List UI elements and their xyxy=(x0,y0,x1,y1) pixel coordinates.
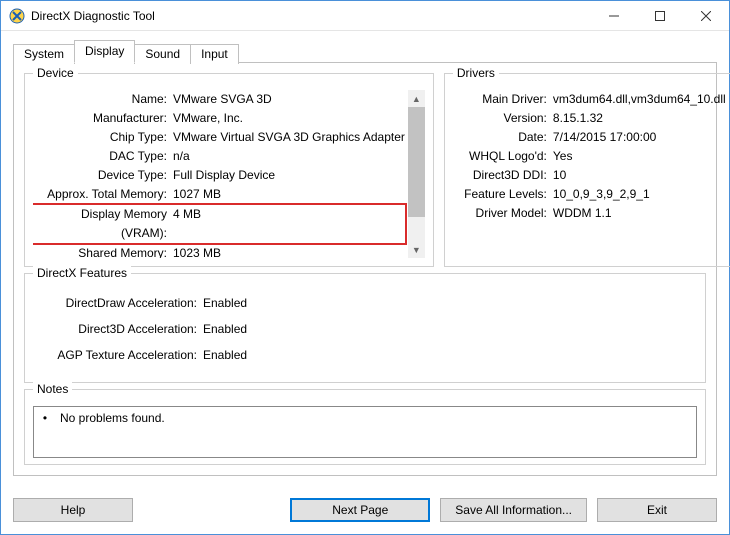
scroll-up-icon[interactable]: ▲ xyxy=(408,90,425,107)
device-row-shared-memory: Shared Memory: 1023 MB xyxy=(33,244,405,258)
device-row-approx-total: Approx. Total Memory: 1027 MB xyxy=(33,185,405,204)
value: Yes xyxy=(553,147,726,166)
dxfeatures-row-directdraw: DirectDraw Acceleration: Enabled xyxy=(33,290,697,316)
group-drivers: Drivers Main Driver: vm3dum64.dll,vm3dum… xyxy=(444,73,730,267)
drivers-row-d3d-ddi: Direct3D DDI: 10 xyxy=(453,166,726,185)
device-row-manufacturer: Manufacturer: VMware, Inc. xyxy=(33,109,405,128)
label: Manufacturer: xyxy=(33,109,173,128)
tab-panel-display: Device Name: VMware SVGA 3D Manufacturer… xyxy=(13,62,717,476)
value: Full Display Device xyxy=(173,166,405,185)
scroll-down-icon[interactable]: ▼ xyxy=(408,241,425,258)
label: Device Type: xyxy=(33,166,173,185)
label: Direct3D DDI: xyxy=(453,166,553,185)
dxfeatures-row-direct3d: Direct3D Acceleration: Enabled xyxy=(33,316,697,342)
value: 10 xyxy=(553,166,726,185)
label: Direct3D Acceleration: xyxy=(33,316,203,342)
dxfeatures-row-agp: AGP Texture Acceleration: Enabled xyxy=(33,342,697,368)
value: 8.15.1.32 xyxy=(553,109,726,128)
maximize-button[interactable] xyxy=(637,1,683,31)
minimize-button[interactable] xyxy=(591,1,637,31)
group-directx-features: DirectX Features DirectDraw Acceleration… xyxy=(24,273,706,383)
window-title: DirectX Diagnostic Tool xyxy=(31,9,155,23)
label: Main Driver: xyxy=(453,90,553,109)
label: Version: xyxy=(453,109,553,128)
value: vm3dum64.dll,vm3dum64_10.dll xyxy=(553,90,726,109)
notes-textarea[interactable]: • No problems found. xyxy=(33,406,697,458)
tab-strip: System Display Sound Input xyxy=(13,39,717,62)
window: DirectX Diagnostic Tool System Display S… xyxy=(0,0,730,535)
device-row-name: Name: VMware SVGA 3D xyxy=(33,90,405,109)
label: WHQL Logo'd: xyxy=(453,147,553,166)
device-row-dac-type: DAC Type: n/a xyxy=(33,147,405,166)
label: Driver Model: xyxy=(453,204,553,223)
value: 7/14/2015 17:00:00 xyxy=(553,128,726,147)
close-button[interactable] xyxy=(683,1,729,31)
value: WDDM 1.1 xyxy=(553,204,726,223)
group-notes: Notes • No problems found. xyxy=(24,389,706,465)
device-row-display-memory: Display Memory (VRAM): 4 MB xyxy=(33,203,407,245)
tab-input[interactable]: Input xyxy=(190,44,239,64)
group-notes-legend: Notes xyxy=(33,382,72,396)
value: VMware SVGA 3D xyxy=(173,90,405,109)
label: Shared Memory: xyxy=(33,244,173,258)
value: VMware, Inc. xyxy=(173,109,405,128)
tab-sound[interactable]: Sound xyxy=(134,44,191,64)
titlebar[interactable]: DirectX Diagnostic Tool xyxy=(1,1,729,31)
group-drivers-legend: Drivers xyxy=(453,66,499,80)
value: Enabled xyxy=(203,290,697,316)
drivers-row-feature-levels: Feature Levels: 10_0,9_3,9_2,9_1 xyxy=(453,185,726,204)
device-row-chip-type: Chip Type: VMware Virtual SVGA 3D Graphi… xyxy=(33,128,405,147)
group-device-legend: Device xyxy=(33,66,78,80)
scroll-thumb[interactable] xyxy=(408,107,425,217)
value: 1023 MB xyxy=(173,244,405,258)
drivers-row-version: Version: 8.15.1.32 xyxy=(453,109,726,128)
value: 4 MB xyxy=(173,205,405,224)
note-text: No problems found. xyxy=(60,411,165,425)
label: Feature Levels: xyxy=(453,185,553,204)
label: Display Memory (VRAM): xyxy=(33,205,173,243)
drivers-row-main-driver: Main Driver: vm3dum64.dll,vm3dum64_10.dl… xyxy=(453,90,726,109)
label: Chip Type: xyxy=(33,128,173,147)
label: Name: xyxy=(33,90,173,109)
value: VMware Virtual SVGA 3D Graphics Adapter xyxy=(173,128,405,147)
exit-button[interactable]: Exit xyxy=(597,498,717,522)
group-device: Device Name: VMware SVGA 3D Manufacturer… xyxy=(24,73,434,267)
bullet-icon: • xyxy=(40,411,50,425)
note-item: • No problems found. xyxy=(40,411,690,425)
group-dxfeatures-legend: DirectX Features xyxy=(33,266,131,280)
device-scrollbar[interactable]: ▲ ▼ xyxy=(408,90,425,258)
drivers-row-date: Date: 7/14/2015 17:00:00 xyxy=(453,128,726,147)
value: 10_0,9_3,9_2,9_1 xyxy=(553,185,726,204)
drivers-row-driver-model: Driver Model: WDDM 1.1 xyxy=(453,204,726,223)
app-icon xyxy=(9,8,25,24)
value: Enabled xyxy=(203,316,697,342)
value: Enabled xyxy=(203,342,697,368)
label: DAC Type: xyxy=(33,147,173,166)
label: AGP Texture Acceleration: xyxy=(33,342,203,368)
content-area: System Display Sound Input Device Name: … xyxy=(1,31,729,488)
device-row-device-type: Device Type: Full Display Device xyxy=(33,166,405,185)
value: n/a xyxy=(173,147,405,166)
button-bar: Help Next Page Save All Information... E… xyxy=(1,488,729,534)
value: 1027 MB xyxy=(173,185,405,204)
save-all-button[interactable]: Save All Information... xyxy=(440,498,587,522)
label: Date: xyxy=(453,128,553,147)
next-page-button[interactable]: Next Page xyxy=(290,498,430,522)
help-button[interactable]: Help xyxy=(13,498,133,522)
tab-system[interactable]: System xyxy=(13,44,75,64)
tab-display[interactable]: Display xyxy=(74,40,135,63)
label: DirectDraw Acceleration: xyxy=(33,290,203,316)
label: Approx. Total Memory: xyxy=(33,185,173,204)
drivers-row-whql: WHQL Logo'd: Yes xyxy=(453,147,726,166)
